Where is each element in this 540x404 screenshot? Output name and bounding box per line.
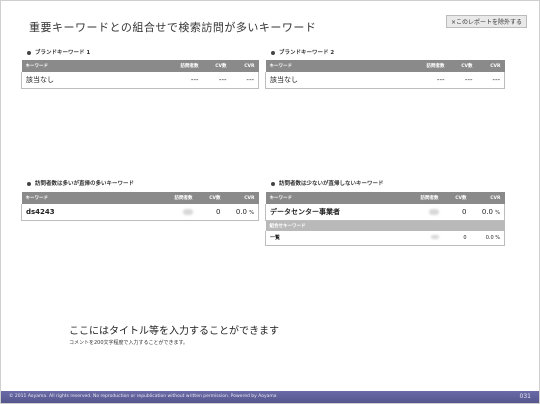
visitors-cell: --- bbox=[162, 72, 203, 89]
col-visitors: 訪問者数 bbox=[162, 60, 203, 72]
combo-keyword-cell: 一覧 bbox=[265, 231, 403, 246]
col-visitors: 訪問者数 bbox=[156, 192, 197, 204]
report-page: 重要キーワードとの組合せで検索訪問が多いキーワード ×このレポートを除外する ブ… bbox=[0, 0, 540, 404]
keyword-cell: データセンター事業者 bbox=[265, 204, 403, 221]
combo-cvr-cell: 0.0 % bbox=[470, 231, 505, 246]
redacted-value bbox=[428, 208, 439, 215]
combo-visitors-cell bbox=[402, 231, 443, 246]
bottom-bar: © 2011 Aoyama. All rights reserved. No r… bbox=[1, 391, 539, 403]
redacted-value bbox=[430, 235, 439, 240]
col-cv: CV数 bbox=[202, 60, 231, 72]
cvr-cell: --- bbox=[476, 72, 505, 89]
redacted-value bbox=[182, 208, 193, 215]
col-keyword: キーワード bbox=[265, 60, 409, 72]
table-row: データセンター事業者 0 0.0 % bbox=[265, 204, 505, 221]
table-row: 一覧 0 0.0 % bbox=[265, 231, 505, 246]
cvr-cell: 0.0 % bbox=[470, 204, 505, 221]
low-visit-table: キーワード 訪問者数 CV数 CVR データセンター事業者 0 0.0 % 組合… bbox=[265, 192, 505, 246]
table-row: 該当なし --- --- --- bbox=[265, 72, 505, 89]
high-visit-table: キーワード 訪問者数 CV数 CVR ds4243 0 0.0 % bbox=[21, 192, 259, 221]
cvr-cell: 0.0 % bbox=[224, 204, 259, 221]
cv-cell: --- bbox=[448, 72, 477, 89]
col-cv: CV数 bbox=[442, 192, 471, 204]
cvr-cell: --- bbox=[230, 72, 259, 89]
col-cv: CV数 bbox=[448, 60, 477, 72]
table-row: ds4243 0 0.0 % bbox=[21, 204, 259, 221]
col-keyword: キーワード bbox=[265, 192, 403, 204]
cv-cell: 0 bbox=[442, 204, 471, 221]
page-number: 031 bbox=[519, 393, 531, 400]
brand2-label: ブランドキーワード 2 bbox=[271, 48, 334, 56]
col-visitors: 訪問者数 bbox=[402, 192, 443, 204]
bullet-icon bbox=[27, 181, 31, 186]
table-row: 該当なし --- --- --- bbox=[21, 72, 259, 89]
bullet-icon bbox=[27, 50, 31, 55]
col-cvr: CVR bbox=[230, 60, 259, 72]
col-cvr: CVR bbox=[470, 192, 505, 204]
high-visit-label: 訪問者数は多いが直帰の多いキーワード bbox=[27, 179, 134, 187]
col-keyword: キーワード bbox=[21, 60, 163, 72]
exclude-report-button[interactable]: ×このレポートを除外する bbox=[445, 15, 527, 28]
brand2-table: キーワード 訪問者数 CV数 CVR 該当なし --- --- --- bbox=[265, 60, 505, 89]
col-cv: CV数 bbox=[196, 192, 225, 204]
keyword-cell: ds4243 bbox=[21, 204, 157, 221]
col-visitors: 訪問者数 bbox=[408, 60, 449, 72]
visitors-cell bbox=[402, 204, 443, 221]
cv-cell: 0 bbox=[196, 204, 225, 221]
low-visit-label: 訪問者数は少ないが直帰しないキーワード bbox=[271, 179, 384, 187]
visitors-cell: --- bbox=[408, 72, 449, 89]
col-keyword: キーワード bbox=[21, 192, 157, 204]
brand1-label: ブランドキーワード 1 bbox=[27, 48, 90, 56]
bullet-icon bbox=[271, 50, 275, 55]
brand1-table: キーワード 訪問者数 CV数 CVR 該当なし --- --- --- bbox=[21, 60, 259, 89]
bullet-icon bbox=[271, 181, 275, 186]
col-cvr: CVR bbox=[476, 60, 505, 72]
footer-title[interactable]: ここにはタイトル等を入力することができます bbox=[69, 322, 279, 337]
cv-cell: --- bbox=[202, 72, 231, 89]
copyright-text: © 2011 Aoyama. All rights reserved. No r… bbox=[9, 394, 277, 399]
visitors-cell bbox=[156, 204, 197, 221]
combo-cv-cell: 0 bbox=[442, 231, 471, 246]
keyword-cell: 該当なし bbox=[21, 72, 163, 89]
keyword-cell: 該当なし bbox=[265, 72, 409, 89]
page-title: 重要キーワードとの組合せで検索訪問が多いキーワード bbox=[29, 21, 317, 34]
combo-keyword-header: 組合せキーワード bbox=[265, 220, 505, 231]
col-cvr: CVR bbox=[224, 192, 259, 204]
footer-comment[interactable]: コメントを200文字程度で入力することができます。 bbox=[69, 339, 188, 346]
